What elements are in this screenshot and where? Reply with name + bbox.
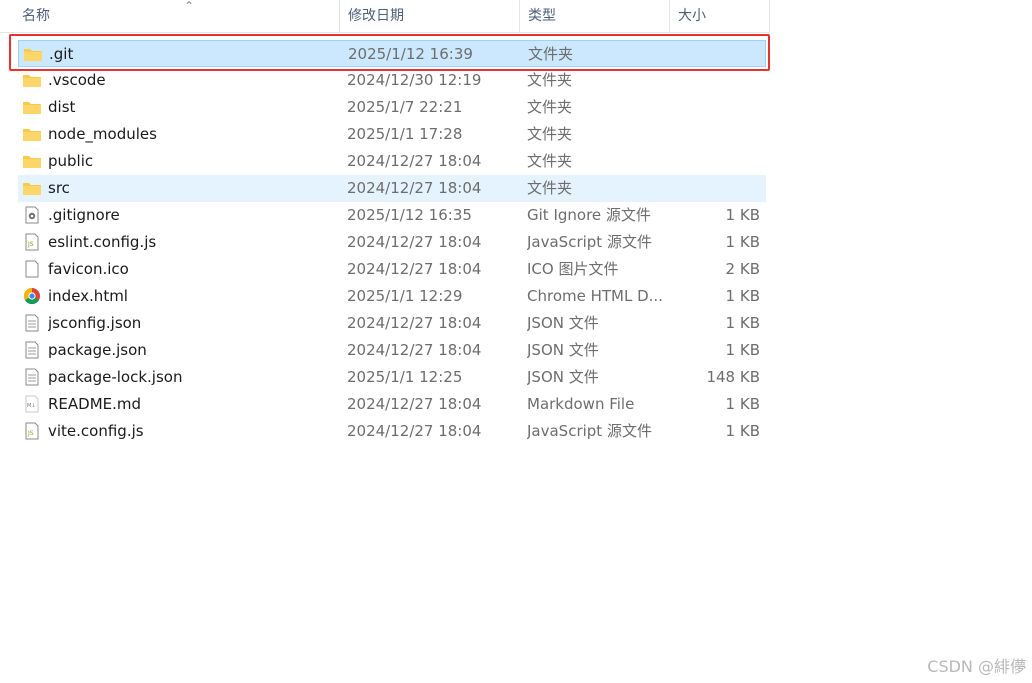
text-file-icon [22, 341, 42, 359]
file-name: README.md [48, 395, 142, 413]
file-modified-date: 2024/12/30 12:19 [347, 71, 482, 89]
file-size: 1 KB [725, 233, 760, 251]
file-row[interactable]: package.json 2024/12/27 18:04 JSON 文件 1 KB [18, 337, 766, 364]
file-modified-date: 2024/12/27 18:04 [347, 260, 482, 278]
js-file-icon: JS [22, 422, 42, 440]
column-header-bar: 名称 ⌃ 修改日期 类型 大小 [0, 0, 770, 33]
file-modified-date: 2025/1/12 16:35 [347, 206, 472, 224]
text-file-icon [22, 368, 42, 386]
file-size: 1 KB [725, 341, 760, 359]
watermark: CSDN @緋儚 [927, 657, 1026, 676]
file-name: package-lock.json [48, 368, 183, 386]
file-modified-date: 2024/12/27 18:04 [347, 233, 482, 251]
file-row[interactable]: .gitignore 2025/1/12 16:35 Git Ignore 源文件 1… [18, 202, 766, 229]
column-header-size-label: 大小 [678, 8, 706, 24]
file-name: index.html [48, 287, 128, 305]
file-size: 1 KB [725, 206, 760, 224]
file-row[interactable]: JS eslint.config.js 2024/12/27 18:04 JavaSc… [18, 229, 766, 256]
file-size: 1 KB [725, 395, 760, 413]
file-row[interactable]: src 2024/12/27 18:04 文件夹 [18, 175, 766, 202]
file-size: 1 KB [725, 287, 760, 305]
svg-text:M↓: M↓ [27, 403, 36, 409]
file-type: ICO 图片文件 [527, 260, 619, 278]
file-type: Git Ignore 源文件 [527, 206, 651, 224]
column-header-type-label: 类型 [528, 8, 556, 24]
file-name: public [48, 152, 94, 170]
file-row[interactable]: JS vite.config.js 2024/12/27 18:04 JavaScri… [18, 418, 766, 445]
file-size: 1 KB [725, 422, 760, 440]
file-modified-date: 2025/1/1 12:29 [347, 287, 463, 305]
file-row[interactable]: dist 2025/1/7 22:21 文件夹 [18, 94, 766, 121]
file-type: 文件夹 [527, 71, 573, 89]
file-name: .vscode [48, 71, 106, 89]
file-type: JavaScript 源文件 [527, 422, 652, 440]
file-type: 文件夹 [527, 179, 573, 197]
file-row[interactable]: node_modules 2025/1/1 17:28 文件夹 [18, 121, 766, 148]
file-modified-date: 2025/1/1 17:28 [347, 125, 463, 143]
column-header-modified-label: 修改日期 [348, 8, 404, 24]
gear-file-icon [22, 206, 42, 224]
svg-text:JS: JS [27, 241, 34, 248]
file-list: .git 2025/1/12 16:39 文件夹 .vscode 2024/12/30 … [18, 40, 766, 445]
folder-icon [22, 98, 42, 116]
file-type: JavaScript 源文件 [527, 233, 652, 251]
annotation-highlight-box [9, 34, 770, 71]
folder-icon [22, 71, 42, 89]
blank-file-icon [22, 260, 42, 278]
file-modified-date: 2024/12/27 18:04 [347, 152, 482, 170]
file-row[interactable]: jsconfig.json 2024/12/27 18:04 JSON 文件 1 KB [18, 310, 766, 337]
column-header-name[interactable]: 名称 ⌃ [14, 0, 340, 32]
file-modified-date: 2025/1/1 12:25 [347, 368, 463, 386]
file-row[interactable]: M↓ README.md 2024/12/27 18:04 Markdown File… [18, 391, 766, 418]
file-modified-date: 2024/12/27 18:04 [347, 179, 482, 197]
file-name: dist [48, 98, 76, 116]
file-modified-date: 2025/1/7 22:21 [347, 98, 463, 116]
file-type: JSON 文件 [527, 368, 599, 386]
file-modified-date: 2024/12/27 18:04 [347, 341, 482, 359]
file-type: JSON 文件 [527, 341, 599, 359]
file-type: JSON 文件 [527, 314, 599, 332]
file-row[interactable]: .vscode 2024/12/30 12:19 文件夹 [18, 67, 766, 94]
file-name: src [48, 179, 70, 197]
file-type: 文件夹 [527, 152, 573, 170]
file-type: 文件夹 [527, 98, 573, 116]
file-modified-date: 2024/12/27 18:04 [347, 422, 482, 440]
sort-up-icon: ⌃ [184, 0, 195, 13]
js-file-icon: JS [22, 233, 42, 251]
file-size: 2 KB [725, 260, 760, 278]
file-name: package.json [48, 341, 147, 359]
file-type: 文件夹 [527, 125, 573, 143]
file-type: Chrome HTML D... [527, 287, 663, 305]
file-size: 148 KB [706, 368, 760, 386]
file-name: vite.config.js [48, 422, 144, 440]
column-header-name-label: 名称 [22, 8, 50, 24]
file-name: node_modules [48, 125, 157, 143]
file-modified-date: 2024/12/27 18:04 [347, 314, 482, 332]
file-row[interactable]: index.html 2025/1/1 12:29 Chrome HTML D...… [18, 283, 766, 310]
column-header-size[interactable]: 大小 [670, 0, 770, 32]
file-name: .gitignore [48, 206, 120, 224]
file-row[interactable]: package-lock.json 2025/1/1 12:25 JSON 文件 14… [18, 364, 766, 391]
folder-icon [22, 125, 42, 143]
file-row[interactable]: public 2024/12/27 18:04 文件夹 [18, 148, 766, 175]
file-size: 1 KB [725, 314, 760, 332]
text-file-icon [22, 314, 42, 332]
chrome-icon [22, 287, 42, 305]
folder-icon [22, 152, 42, 170]
markdown-file-icon: M↓ [22, 395, 42, 413]
file-modified-date: 2024/12/27 18:04 [347, 395, 482, 413]
file-name: favicon.ico [48, 260, 129, 278]
file-type: Markdown File [527, 395, 635, 413]
column-header-modified[interactable]: 修改日期 [340, 0, 520, 32]
file-row[interactable]: favicon.ico 2024/12/27 18:04 ICO 图片文件 2 KB [18, 256, 766, 283]
column-header-type[interactable]: 类型 [520, 0, 670, 32]
file-name: jsconfig.json [48, 314, 142, 332]
file-name: eslint.config.js [48, 233, 157, 251]
folder-icon [22, 179, 42, 197]
svg-text:JS: JS [27, 430, 34, 437]
